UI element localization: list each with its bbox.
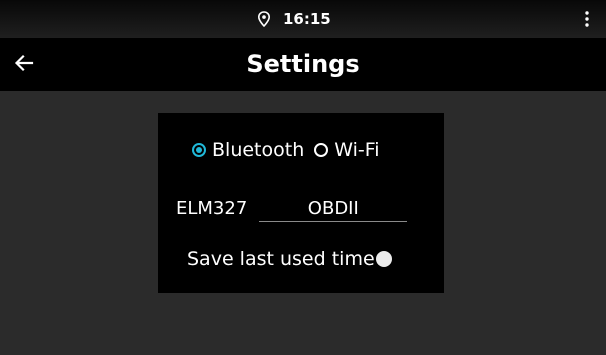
connection-type-group: Bluetooth Wi-Fi [192, 139, 380, 161]
wifi-label: Wi-Fi [334, 139, 380, 161]
settings-panel: Bluetooth Wi-Fi ELM327 Save last used ti… [158, 113, 444, 293]
radio-unchecked-icon [314, 143, 329, 157]
adapter-label: ELM327 [176, 198, 248, 219]
adapter-name-input[interactable] [259, 195, 408, 222]
back-button[interactable] [8, 49, 40, 81]
more-vert-icon[interactable] [581, 10, 593, 28]
status-bar: 16:15 [0, 0, 606, 38]
save-last-used-time-label: Save last used time [187, 248, 375, 270]
wifi-radio[interactable]: Wi-Fi [314, 139, 380, 161]
app-bar: Settings [0, 38, 606, 91]
adapter-row: ELM327 [176, 195, 408, 222]
location-pin-icon [257, 11, 271, 28]
status-center: 16:15 [257, 9, 331, 29]
status-time: 16:15 [283, 10, 331, 28]
save-last-used-time-row: Save last used time [187, 247, 392, 271]
save-last-used-time-toggle[interactable] [375, 251, 392, 267]
radio-checked-icon [192, 143, 206, 157]
arrow-back-icon [13, 52, 35, 78]
bluetooth-radio[interactable]: Bluetooth [192, 139, 304, 161]
page-title: Settings [246, 50, 360, 78]
bluetooth-label: Bluetooth [212, 139, 305, 161]
